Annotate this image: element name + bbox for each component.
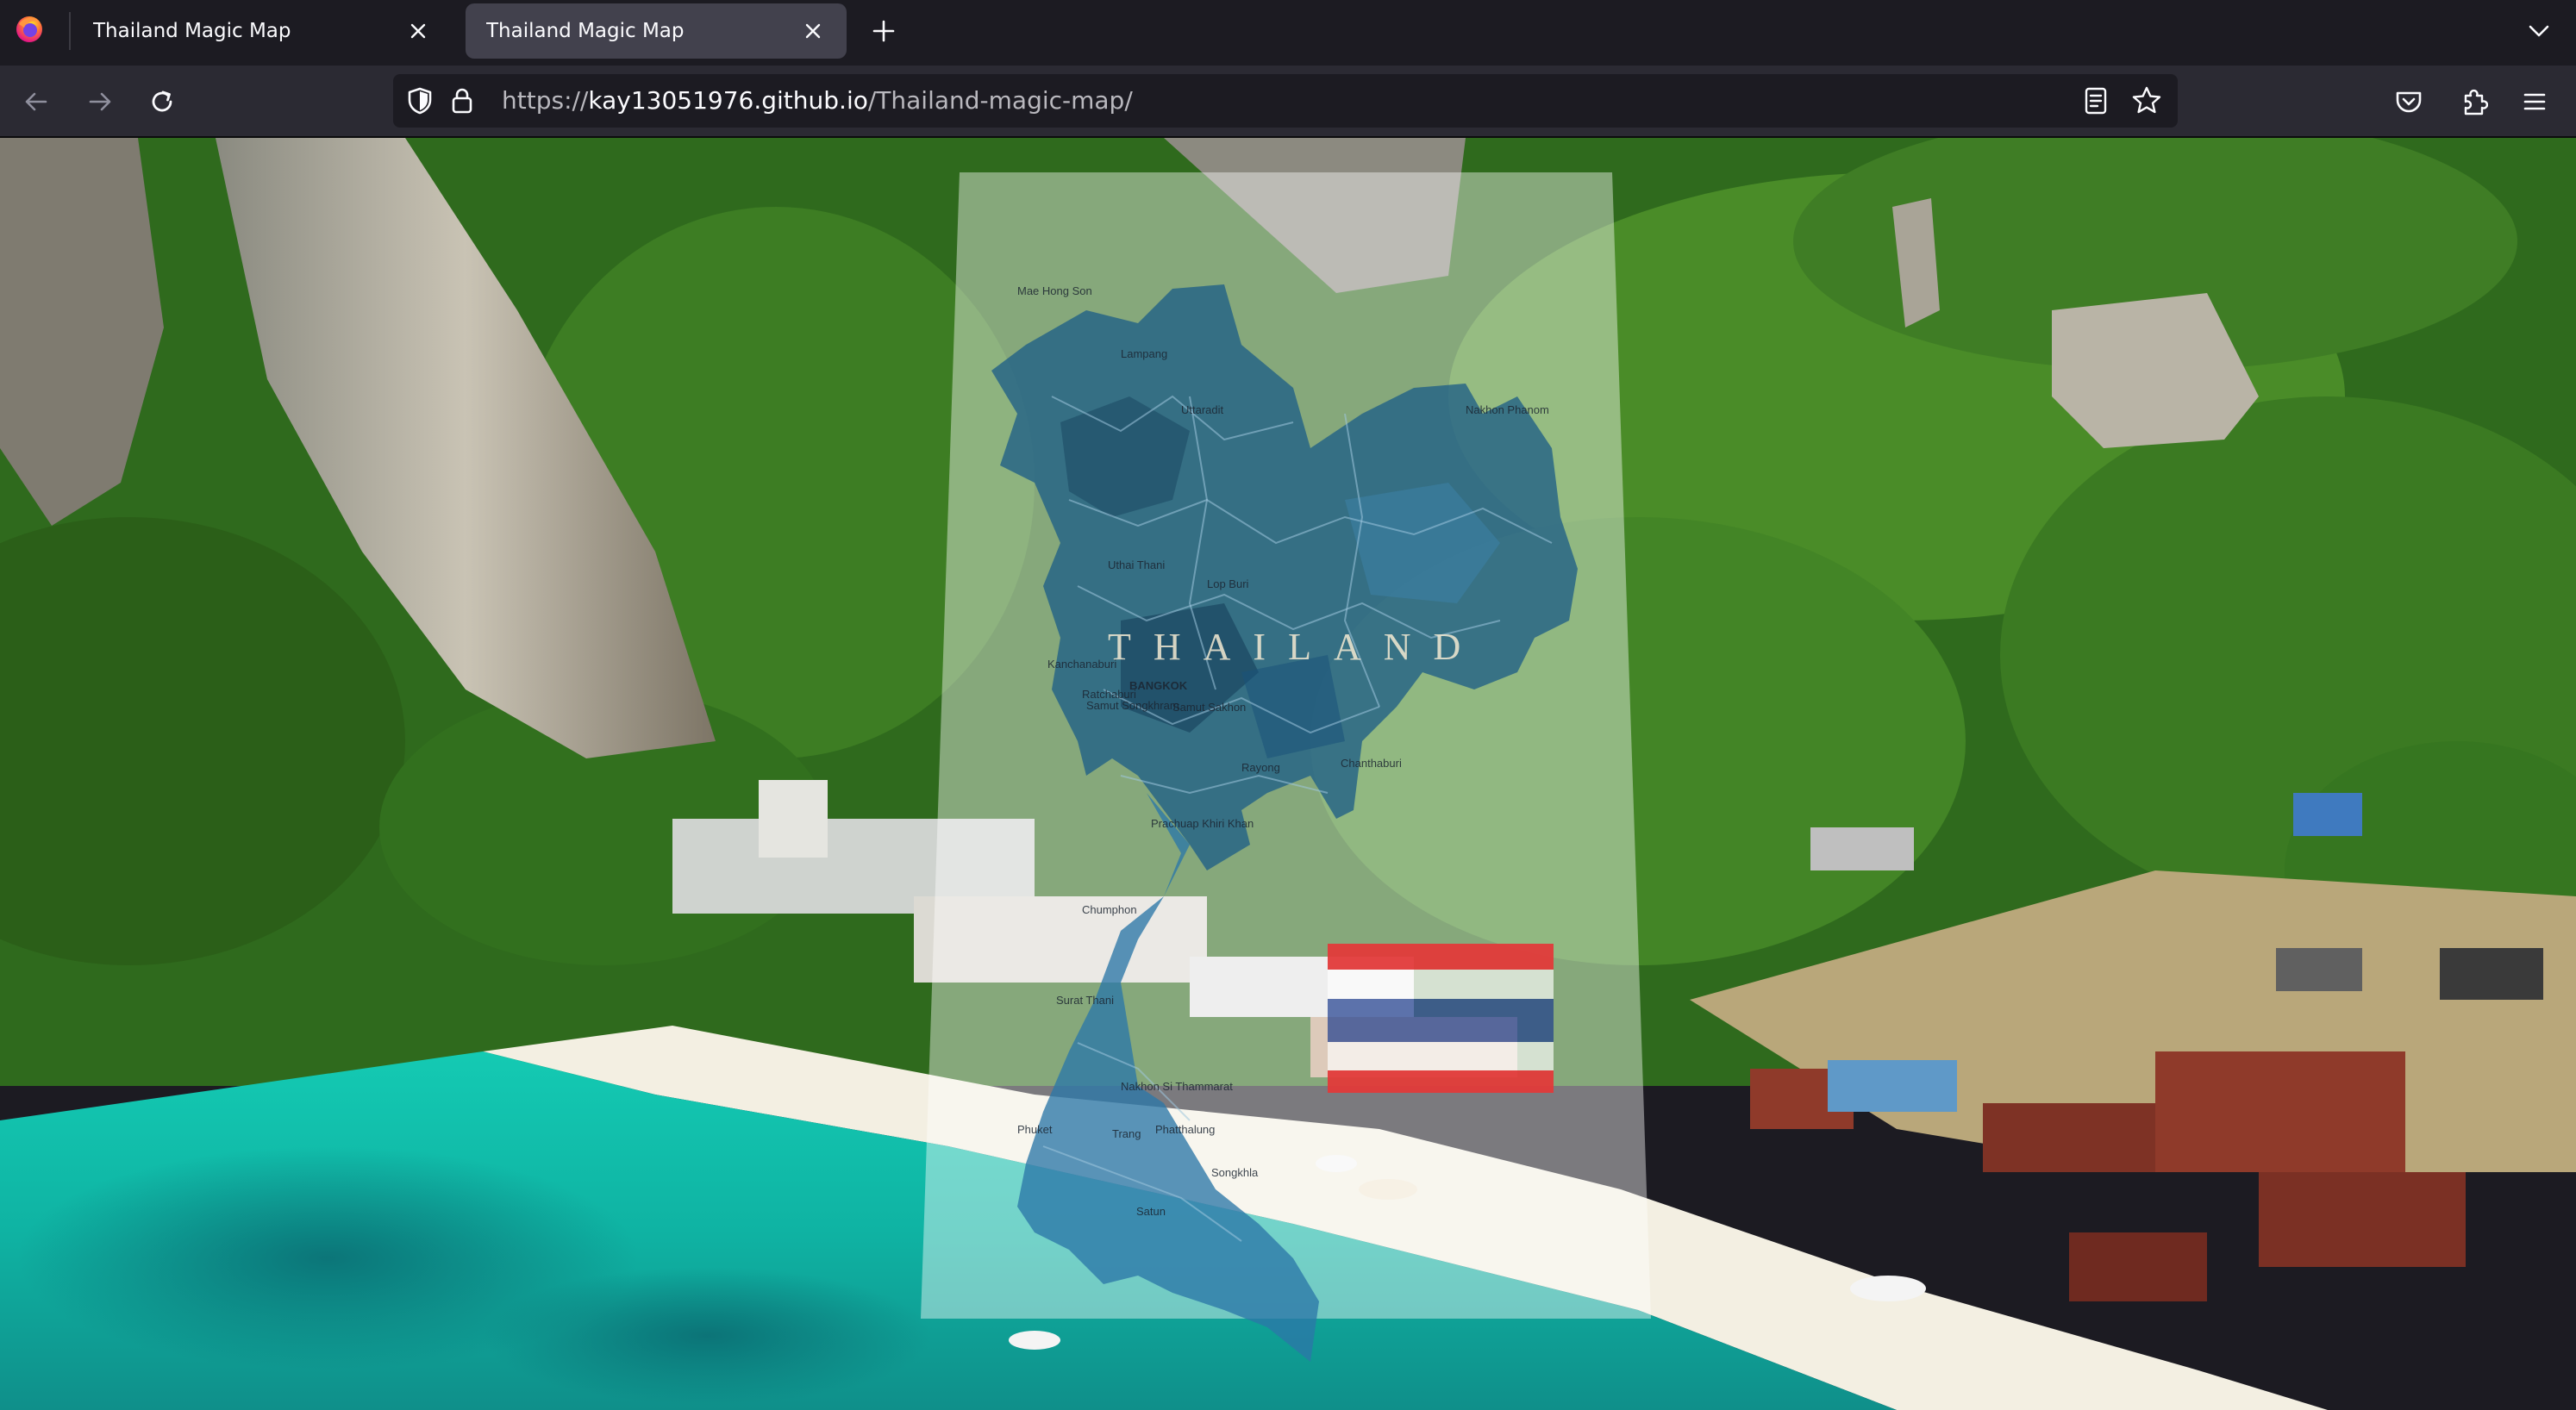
thai-flag [1328, 944, 1554, 1093]
label-surat-thani: Surat Thani [1056, 994, 1114, 1007]
arrow-right-icon [89, 92, 111, 111]
app-menu-button[interactable] [2516, 83, 2554, 121]
map-title: THAILAND [1108, 626, 1483, 668]
label-nakhon-phanom: Nakhon Phanom [1466, 403, 1549, 416]
new-tab-button[interactable] [866, 14, 901, 48]
label-uttaradit: Uttaradit [1181, 403, 1224, 416]
chevron-down-icon [2529, 25, 2549, 37]
firefox-logo[interactable] [14, 14, 45, 45]
label-chumphon: Chumphon [1082, 903, 1137, 916]
reload-button[interactable] [143, 83, 181, 121]
pocket-icon [2396, 91, 2422, 113]
tab-thailand-magic-map-1[interactable]: Thailand Magic Map [72, 3, 452, 59]
url-bar[interactable]: https://kay13051976.github.io/Thailand-m… [393, 74, 2178, 128]
label-bangkok: BANGKOK [1129, 679, 1188, 692]
label-songkhla: Songkhla [1211, 1166, 1259, 1179]
url-scheme: https:// [502, 86, 589, 115]
navigation-toolbar: https://kay13051976.github.io/Thailand-m… [0, 66, 2576, 138]
tab-thailand-magic-map-2[interactable]: Thailand Magic Map [466, 3, 847, 59]
label-samut-sakhon: Samut Sakhon [1172, 701, 1246, 714]
tab-strip: Thailand Magic Map Thailand Magic Map [0, 0, 2576, 66]
puzzle-icon [2464, 89, 2488, 115]
label-mae-hong-son: Mae Hong Son [1017, 284, 1092, 297]
label-phuket: Phuket [1017, 1123, 1053, 1136]
page-viewport: THAILAND Mae Hong Son Lampang Uttaradit … [0, 138, 2576, 1410]
star-icon[interactable] [2131, 85, 2162, 116]
label-lop-buri: Lop Buri [1207, 577, 1249, 590]
label-samut-songkhram: Samut Songkhram [1086, 699, 1179, 712]
url-text[interactable]: https://kay13051976.github.io/Thailand-m… [502, 74, 1133, 128]
arrow-left-icon [25, 92, 47, 111]
hamburger-menu-icon [2523, 93, 2546, 110]
flag-stripe-white-bottom [1328, 1042, 1554, 1070]
label-lampang: Lampang [1121, 347, 1167, 360]
pocket-button[interactable] [2390, 83, 2428, 121]
label-chanthaburi: Chanthaburi [1341, 757, 1402, 770]
shield-icon[interactable] [407, 87, 433, 115]
label-satun: Satun [1136, 1205, 1166, 1218]
lock-icon[interactable] [450, 87, 474, 115]
url-host: kay13051976.github.io [588, 86, 868, 115]
list-all-tabs-button[interactable] [2522, 14, 2556, 48]
flag-stripe-red-top [1328, 944, 1554, 970]
back-button[interactable] [17, 83, 55, 121]
flag-stripe-blue [1328, 999, 1554, 1042]
forward-button[interactable] [81, 83, 119, 121]
url-path: /Thailand-magic-map/ [867, 86, 1133, 115]
label-prachuap: Prachuap Khiri Khan [1151, 817, 1254, 830]
close-icon[interactable] [405, 18, 431, 44]
label-kanchanaburi: Kanchanaburi [1047, 658, 1116, 671]
label-phatthalung: Phatthalung [1155, 1123, 1215, 1136]
close-icon[interactable] [800, 18, 826, 44]
label-ratchaburi: Ratchaburi [1082, 688, 1136, 701]
label-trang: Trang [1112, 1127, 1141, 1140]
plus-icon [872, 20, 895, 42]
tab-title: Thailand Magic Map [486, 20, 685, 42]
flag-stripe-white-top [1328, 970, 1554, 999]
reader-view-icon[interactable] [2083, 86, 2109, 115]
extensions-button[interactable] [2455, 83, 2493, 121]
label-rayong: Rayong [1241, 761, 1280, 774]
reload-icon [152, 90, 172, 112]
thailand-map-panel: THAILAND Mae Hong Son Lampang Uttaradit … [921, 172, 1651, 1362]
flag-stripe-red-bottom [1328, 1070, 1554, 1093]
label-nakhon-si: Nakhon Si Thammarat [1121, 1080, 1233, 1093]
label-uthai-thani: Uthai Thani [1108, 558, 1165, 571]
tab-separator [69, 12, 71, 50]
tab-title: Thailand Magic Map [93, 20, 291, 42]
